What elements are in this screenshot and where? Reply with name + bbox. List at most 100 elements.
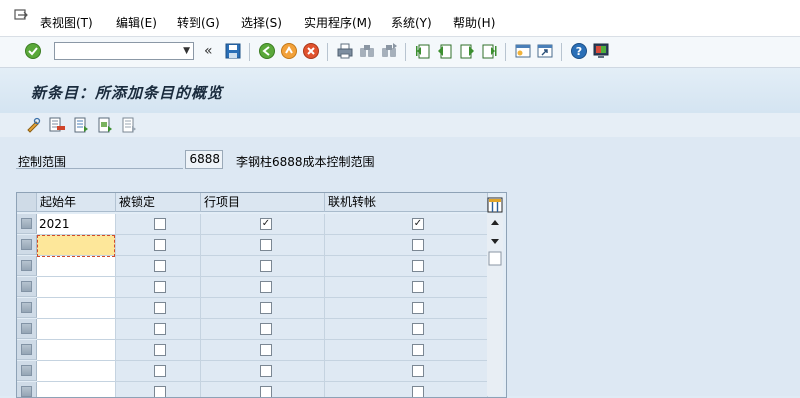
collapse-chevron-icon[interactable]: « bbox=[204, 42, 222, 60]
start-year-cell[interactable] bbox=[37, 340, 116, 361]
line-items-checkbox[interactable] bbox=[260, 260, 272, 272]
enter-check-icon[interactable] bbox=[24, 42, 42, 60]
online-transfer-checkbox[interactable] bbox=[412, 281, 424, 293]
next-page-icon[interactable] bbox=[458, 42, 476, 60]
exit-icon[interactable] bbox=[280, 42, 298, 60]
locked-checkbox[interactable] bbox=[154, 218, 166, 230]
row-selector[interactable] bbox=[17, 340, 37, 360]
locked-checkbox[interactable] bbox=[154, 365, 166, 377]
last-page-icon[interactable] bbox=[480, 42, 498, 60]
find-icon[interactable] bbox=[358, 42, 376, 60]
menu-utilities[interactable]: 实用程序(M) bbox=[304, 14, 372, 31]
online-transfer-checkbox[interactable] bbox=[412, 365, 424, 377]
online-transfer-checkbox[interactable] bbox=[412, 386, 424, 397]
line-items-checkbox[interactable] bbox=[260, 323, 272, 335]
online-transfer-checkbox[interactable] bbox=[412, 302, 424, 314]
column-header-locked[interactable]: 被锁定 bbox=[116, 193, 201, 212]
start-year-cell[interactable] bbox=[37, 235, 116, 256]
online-transfer-checkbox[interactable] bbox=[412, 239, 424, 251]
locked-cell bbox=[116, 319, 201, 340]
back-icon[interactable] bbox=[258, 42, 276, 60]
start-year-cell[interactable] bbox=[37, 298, 116, 319]
svg-text:?: ? bbox=[576, 45, 582, 58]
select-all-rows-header[interactable] bbox=[17, 193, 37, 212]
menu-table-view[interactable]: 表视图(T) bbox=[40, 14, 93, 31]
line-items-checkbox[interactable] bbox=[260, 386, 272, 397]
locked-checkbox[interactable] bbox=[154, 302, 166, 314]
locked-checkbox[interactable] bbox=[154, 281, 166, 293]
line-items-cell bbox=[201, 277, 325, 298]
line-items-checkbox[interactable] bbox=[260, 365, 272, 377]
online-transfer-checkbox[interactable] bbox=[412, 323, 424, 335]
column-header-online-transfer[interactable]: 联机转帐 bbox=[325, 193, 488, 212]
locked-checkbox[interactable] bbox=[154, 344, 166, 356]
line-items-checkbox[interactable] bbox=[260, 281, 272, 293]
command-input[interactable] bbox=[57, 44, 179, 61]
row-selector[interactable] bbox=[17, 277, 37, 297]
chevron-down-icon[interactable]: ▼ bbox=[183, 46, 190, 56]
locked-cell bbox=[116, 361, 201, 382]
start-year-cell[interactable] bbox=[37, 361, 116, 382]
create-session-icon[interactable] bbox=[514, 42, 532, 60]
locked-cell bbox=[116, 235, 201, 256]
online-transfer-checkbox[interactable]: ✓ bbox=[412, 218, 424, 230]
start-year-cell[interactable] bbox=[37, 277, 116, 298]
start-year-cell[interactable]: 2021 bbox=[37, 214, 116, 235]
column-header-start-year[interactable]: 起始年 bbox=[37, 193, 116, 212]
online-transfer-checkbox[interactable] bbox=[412, 344, 424, 356]
row-selector[interactable] bbox=[17, 235, 37, 255]
locked-checkbox[interactable] bbox=[154, 260, 166, 272]
application-toolbar bbox=[0, 113, 800, 137]
start-year-cell[interactable] bbox=[37, 319, 116, 340]
change-display-toggle-icon[interactable] bbox=[25, 116, 43, 134]
customize-layout-icon[interactable] bbox=[592, 42, 610, 60]
row-selector[interactable] bbox=[17, 319, 37, 339]
print-icon[interactable] bbox=[336, 42, 354, 60]
app-menu-icon[interactable] bbox=[14, 9, 28, 22]
menu-selection[interactable]: 选择(S) bbox=[241, 14, 282, 31]
first-page-icon[interactable] bbox=[414, 42, 432, 60]
column-header-line-items[interactable]: 行项目 bbox=[201, 193, 325, 212]
previous-page-icon[interactable] bbox=[436, 42, 454, 60]
online-transfer-cell bbox=[325, 340, 488, 361]
cancel-icon[interactable] bbox=[302, 42, 320, 60]
deselect-all-icon[interactable] bbox=[120, 116, 138, 134]
line-items-cell bbox=[201, 256, 325, 277]
select-block-icon[interactable] bbox=[96, 116, 114, 134]
row-selector[interactable] bbox=[17, 214, 37, 234]
line-items-checkbox[interactable] bbox=[260, 344, 272, 356]
line-items-checkbox[interactable] bbox=[260, 239, 272, 251]
locked-checkbox[interactable] bbox=[154, 386, 166, 397]
vertical-scrollbar[interactable] bbox=[487, 214, 503, 396]
locked-checkbox[interactable] bbox=[154, 239, 166, 251]
scroll-down-arrow-icon[interactable] bbox=[491, 239, 499, 244]
line-items-checkbox[interactable] bbox=[260, 302, 272, 314]
scroll-up-arrow-icon[interactable] bbox=[491, 220, 499, 225]
row-selector[interactable] bbox=[17, 361, 37, 381]
create-shortcut-icon[interactable] bbox=[536, 42, 554, 60]
save-icon[interactable] bbox=[224, 42, 242, 60]
help-icon[interactable]: ? bbox=[570, 42, 588, 60]
start-year-cell[interactable] bbox=[37, 256, 116, 277]
row-selector[interactable] bbox=[17, 298, 37, 318]
locked-checkbox[interactable] bbox=[154, 323, 166, 335]
locked-cell bbox=[116, 214, 201, 235]
table-settings-icon[interactable] bbox=[487, 197, 503, 213]
line-items-cell bbox=[201, 235, 325, 256]
menu-edit[interactable]: 编辑(E) bbox=[116, 14, 157, 31]
select-all-icon[interactable] bbox=[72, 116, 90, 134]
line-items-checkbox[interactable]: ✓ bbox=[260, 218, 272, 230]
line-items-cell bbox=[201, 361, 325, 382]
menu-system[interactable]: 系统(Y) bbox=[391, 14, 432, 31]
menu-goto[interactable]: 转到(G) bbox=[177, 14, 220, 31]
delete-row-icon[interactable] bbox=[48, 116, 66, 134]
online-transfer-cell: ✓ bbox=[325, 214, 488, 235]
scroll-thumb[interactable] bbox=[488, 251, 502, 266]
online-transfer-checkbox[interactable] bbox=[412, 260, 424, 272]
command-field[interactable]: ▼ bbox=[54, 42, 194, 61]
label-underline bbox=[16, 168, 183, 169]
menu-help[interactable]: 帮助(H) bbox=[453, 14, 495, 31]
find-next-icon[interactable] bbox=[380, 42, 398, 60]
row-selector[interactable] bbox=[17, 256, 37, 276]
table-control: 起始年 被锁定 行项目 联机转帐 2021 ✓ ✓ bbox=[16, 192, 507, 398]
